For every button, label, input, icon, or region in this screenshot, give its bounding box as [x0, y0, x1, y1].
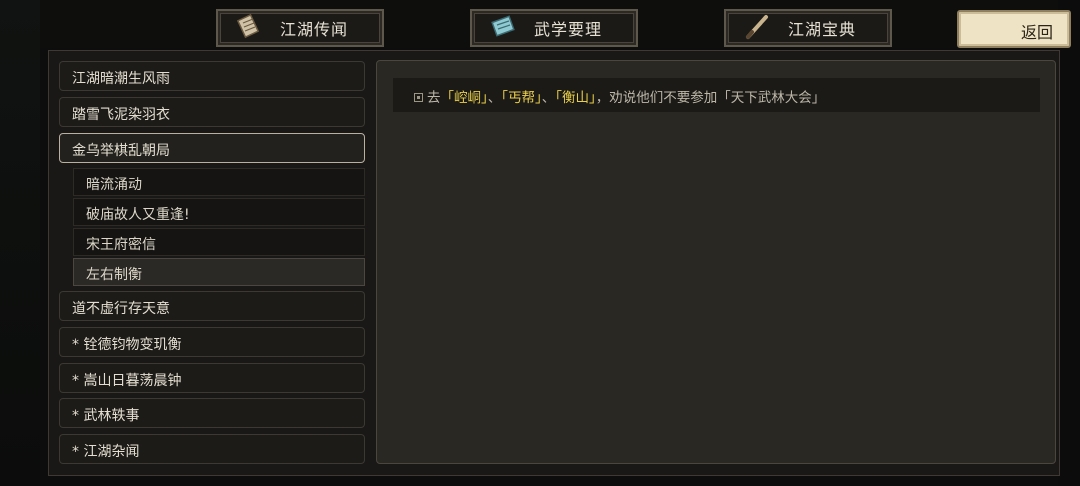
chapter-item[interactable]: 道不虚行存天意 [59, 291, 365, 321]
quest-separator: 、 [487, 90, 502, 106]
chapter-label: 金乌举棋乱朝局 [72, 143, 170, 159]
quest-target-gaibang: 「丐帮」 [501, 90, 542, 106]
chapter-item[interactable]: 踏雪飞泥染羽衣 [59, 97, 365, 127]
quest-objective-text: 去「崆峒」、「丐帮」、「衡山」，劝说他们不要参加「天下武林大会」 [414, 86, 825, 106]
sub-quest-label: 破庙故人又重逢! [86, 207, 190, 223]
quest-target-kongtong: 「崆峒」 [440, 90, 488, 106]
tab-jianghu-codex[interactable]: 江湖宝典 [724, 9, 892, 47]
chapter-item[interactable]: * 嵩山日暮荡晨钟 [59, 363, 365, 393]
sub-quest-label: 宋王府密信 [86, 237, 156, 253]
chapter-label: * 铨德钧物变玑衡 [72, 337, 182, 353]
quest-prefix: 去 [427, 90, 441, 106]
left-backdrop [0, 0, 40, 486]
sub-quest-item[interactable]: 破庙故人又重逢! [73, 198, 365, 226]
chapter-item[interactable]: * 铨德钧物变玑衡 [59, 327, 365, 357]
sub-quest-item-selected[interactable]: 左右制衡 [73, 258, 365, 286]
sub-quest-label: 暗流涌动 [86, 177, 142, 193]
chapter-label: 道不虚行存天意 [72, 301, 170, 317]
quest-separator: 、 [541, 90, 556, 106]
tab-martial-principles[interactable]: 武学要理 [470, 9, 638, 47]
tab-label: 江湖宝典 [787, 20, 856, 39]
quest-detail-panel [376, 60, 1056, 464]
chapter-item-active[interactable]: 金乌举棋乱朝局 [59, 133, 365, 163]
chapter-label: * 江湖杂闻 [72, 444, 140, 460]
back-button[interactable]: 返回 [957, 10, 1071, 48]
back-button-label: 返回 [1020, 23, 1053, 42]
chapter-item[interactable]: 江湖暗潮生风雨 [59, 61, 365, 91]
chapter-item[interactable]: * 武林轶事 [59, 398, 365, 428]
tab-label: 江湖传闻 [279, 20, 348, 39]
chapter-label: 踏雪飞泥染羽衣 [72, 107, 170, 123]
quest-suffix: ，劝说他们不要参加「天下武林大会」 [595, 90, 826, 106]
chapter-label: 江湖暗潮生风雨 [72, 71, 170, 87]
tab-label: 武学要理 [533, 20, 602, 39]
right-backdrop [1058, 0, 1080, 486]
chapter-label: * 武林轶事 [72, 408, 140, 424]
chapter-label: * 嵩山日暮荡晨钟 [72, 373, 182, 389]
sub-quest-label: 左右制衡 [86, 267, 142, 283]
tab-jianghu-rumors[interactable]: 江湖传闻 [216, 9, 384, 47]
checkbox-icon [414, 92, 423, 102]
sub-quest-item[interactable]: 暗流涌动 [73, 168, 365, 196]
quest-target-hengshan: 「衡山」 [555, 90, 596, 106]
sub-quest-item[interactable]: 宋王府密信 [73, 228, 365, 256]
chapter-item[interactable]: * 江湖杂闻 [59, 434, 365, 464]
